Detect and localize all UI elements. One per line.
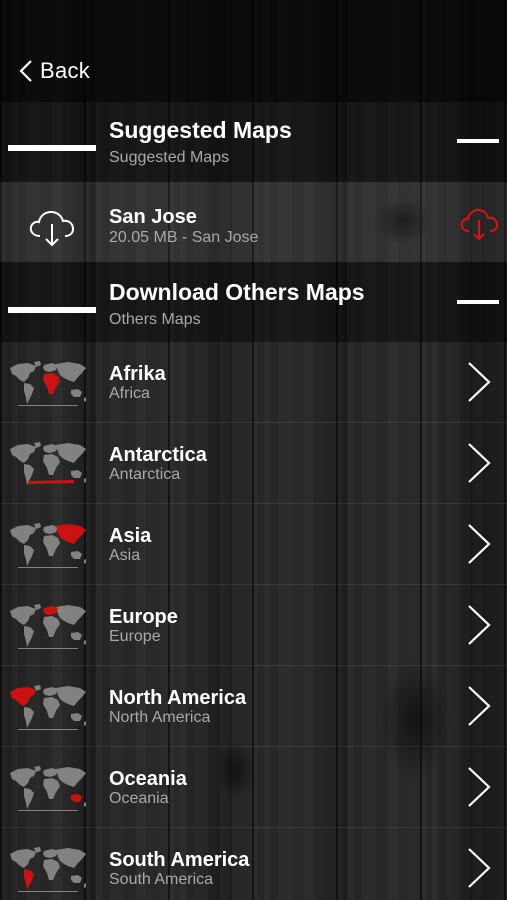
region-subtitle: South America bbox=[109, 871, 214, 888]
region-subtitle: Oceania bbox=[109, 790, 169, 807]
region-title: Europe bbox=[109, 606, 178, 628]
section-title: Suggested Maps bbox=[109, 117, 292, 143]
section-bar-right bbox=[457, 300, 499, 304]
world-map-icon bbox=[8, 846, 88, 892]
region-row-north-america[interactable]: North America North America bbox=[0, 666, 507, 747]
chevron-right-icon bbox=[468, 848, 491, 888]
region-row-africa[interactable]: Afrika Africa bbox=[0, 342, 507, 423]
back-button[interactable]: Back bbox=[18, 58, 90, 84]
region-title: Oceania bbox=[109, 768, 187, 790]
section-bar-right bbox=[457, 139, 499, 143]
chevron-right-icon bbox=[468, 767, 491, 807]
section-subtitle: Others Maps bbox=[109, 311, 201, 328]
chevron-right-icon bbox=[468, 605, 491, 645]
status-bar bbox=[0, 0, 507, 40]
region-subtitle: Asia bbox=[109, 547, 141, 564]
chevron-left-icon bbox=[19, 60, 32, 82]
region-row-oceania[interactable]: Oceania Oceania bbox=[0, 747, 507, 828]
world-map-icon bbox=[8, 684, 88, 730]
region-title: Afrika bbox=[109, 363, 166, 385]
section-bar-left bbox=[8, 307, 96, 313]
world-map-icon bbox=[8, 360, 88, 406]
suggested-map-subtitle: 20.05 MB - San Jose bbox=[109, 229, 259, 246]
nav-bar: Back bbox=[0, 40, 507, 102]
region-subtitle: Europe bbox=[109, 628, 161, 645]
world-map-icon bbox=[8, 603, 88, 649]
region-subtitle: Antarctica bbox=[109, 466, 181, 483]
region-row-antarctica[interactable]: Antarctica Antarctica bbox=[0, 423, 507, 504]
cloud-download-button-icon[interactable] bbox=[459, 206, 499, 242]
world-map-icon bbox=[8, 522, 88, 568]
region-subtitle: Africa bbox=[109, 385, 150, 402]
chevron-right-icon bbox=[468, 443, 491, 483]
back-label: Back bbox=[40, 58, 91, 83]
region-row-europe[interactable]: Europe Europe bbox=[0, 585, 507, 666]
cloud-download-icon bbox=[29, 210, 75, 247]
section-bar-left bbox=[8, 145, 96, 151]
region-title: South America bbox=[109, 849, 250, 871]
region-subtitle: North America bbox=[109, 709, 211, 726]
chevron-right-icon bbox=[468, 686, 491, 726]
suggested-map-row[interactable] bbox=[0, 182, 507, 262]
chevron-right-icon bbox=[468, 362, 491, 402]
region-title: Antarctica bbox=[109, 444, 207, 466]
world-map-icon bbox=[8, 441, 88, 487]
section-subtitle: Suggested Maps bbox=[109, 149, 230, 166]
others-section-header: Download Others Maps Others Maps bbox=[0, 262, 507, 342]
suggested-map-title: San Jose bbox=[109, 206, 197, 228]
region-title: Asia bbox=[109, 525, 152, 547]
region-row-south-america[interactable]: South America South America bbox=[0, 828, 507, 900]
chevron-right-icon bbox=[468, 524, 491, 564]
world-map-icon bbox=[8, 765, 88, 811]
region-row-asia[interactable]: Asia Asia bbox=[0, 504, 507, 585]
region-title: North America bbox=[109, 687, 247, 709]
section-title: Download Others Maps bbox=[109, 279, 365, 305]
suggested-section-header: Suggested Maps Suggested Maps bbox=[0, 102, 507, 182]
